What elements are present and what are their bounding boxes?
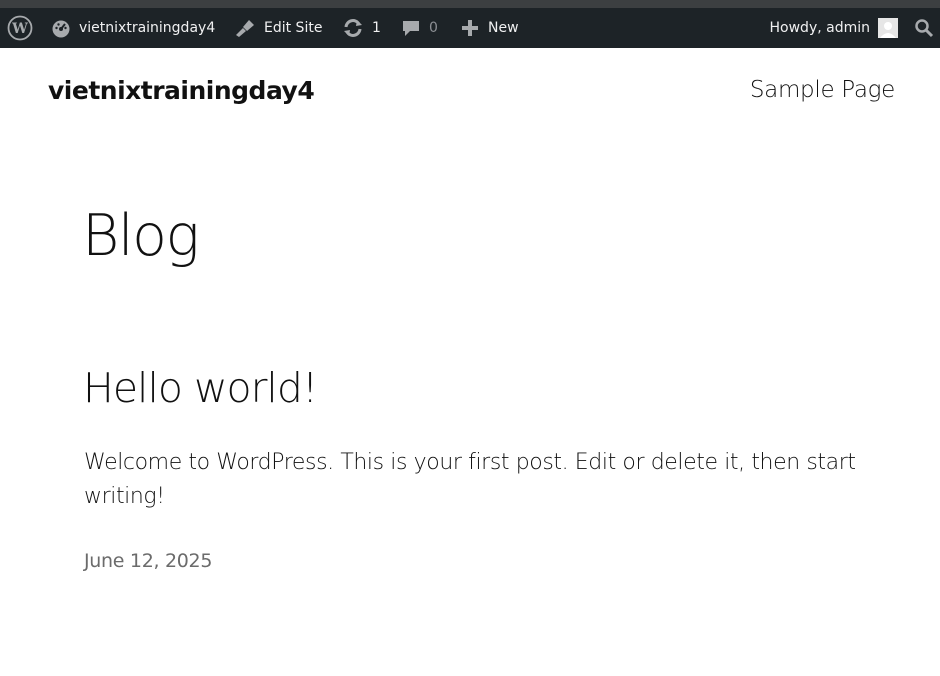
account-menu[interactable]: Howdy, admin [770,8,898,48]
wordpress-logo-button[interactable]: W [7,8,33,48]
updates-button[interactable]: 1 [342,8,381,48]
comment-bubble-icon [401,18,421,38]
nav-item-sample-page[interactable]: Sample Page [750,77,895,103]
site-title[interactable]: vietnixtrainingday4 [48,76,315,105]
avatar [878,18,898,38]
updates-count: 1 [372,20,381,36]
site-name-menu[interactable]: vietnixtrainingday4 [51,8,215,48]
edit-site-button[interactable]: Edit Site [234,8,322,48]
post-excerpt: Welcome to WordPress. This is your first… [84,450,856,509]
howdy-label: Howdy, admin [769,20,870,36]
brush-icon [234,18,256,38]
refresh-icon [342,18,364,38]
dashboard-gauge-icon [51,18,71,38]
search-button[interactable] [914,8,934,48]
new-label: New [488,20,519,36]
new-content-button[interactable]: New [460,8,519,48]
post-date[interactable]: June 12, 2025 [84,550,212,572]
svg-text:W: W [11,21,28,37]
edit-site-label: Edit Site [264,20,323,36]
admin-bar: W vietnixtrainingday4 Edit Site 1 0 New … [0,8,940,48]
page-title: Blog [82,203,200,269]
comments-button[interactable]: 0 [401,8,438,48]
avatar-placeholder-icon [878,18,898,38]
browser-top-strip [0,0,940,8]
plus-icon [460,18,480,38]
site-name-label: vietnixtrainingday4 [79,20,216,36]
comments-count: 0 [429,20,438,36]
wordpress-logo-icon: W [7,15,33,41]
post-title[interactable]: Hello world! [83,364,318,412]
search-icon [914,18,934,38]
